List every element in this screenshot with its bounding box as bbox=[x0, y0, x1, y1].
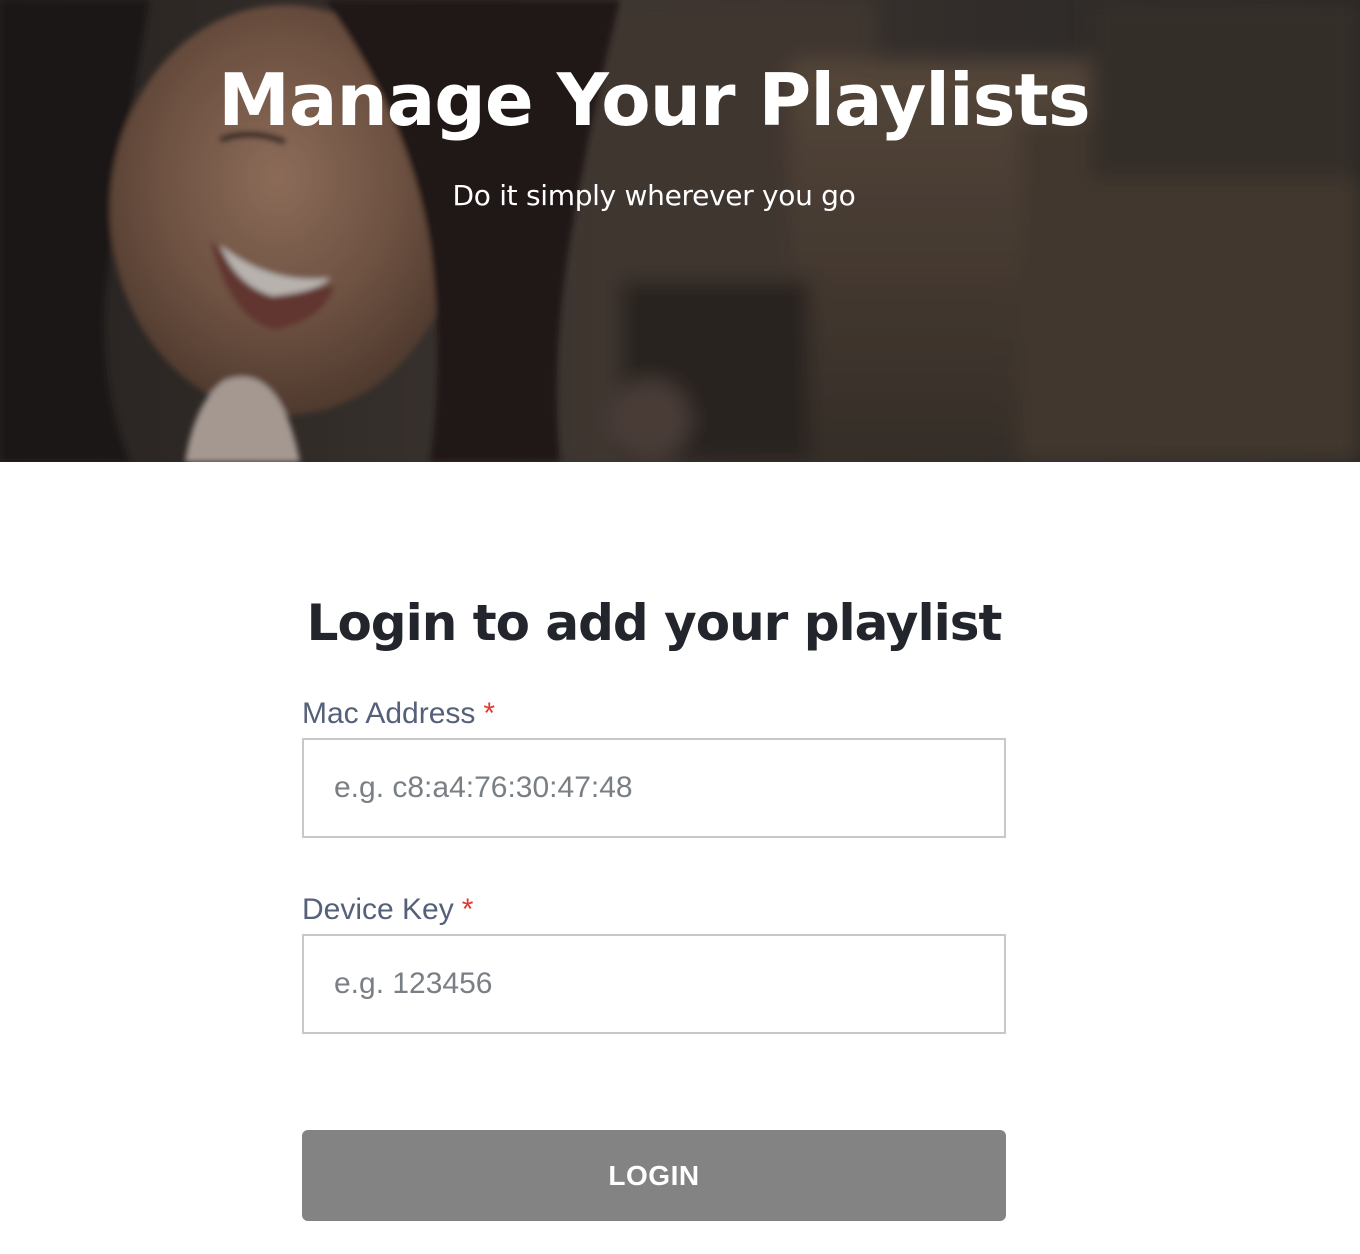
mac-required-asterisk: * bbox=[483, 697, 496, 730]
device-key-label-text: Device Key bbox=[302, 893, 454, 926]
login-section: Login to add your playlist Mac Address * … bbox=[302, 462, 1006, 1254]
login-title: Login to add your playlist bbox=[306, 594, 1003, 652]
mac-address-label-text: Mac Address bbox=[302, 697, 476, 730]
hero-title: Manage Your Playlists bbox=[218, 58, 1091, 142]
device-key-required-asterisk: * bbox=[461, 893, 474, 926]
device-key-label: Device Key * bbox=[302, 890, 473, 930]
login-button[interactable]: LOGIN bbox=[302, 1130, 1006, 1221]
hero-banner: Manage Your Playlists Do it simply where… bbox=[0, 0, 1360, 462]
mac-address-input[interactable] bbox=[302, 738, 1006, 838]
mac-address-label: Mac Address * bbox=[302, 694, 495, 734]
device-key-input[interactable] bbox=[302, 934, 1006, 1034]
hero-subtitle: Do it simply wherever you go bbox=[452, 179, 856, 212]
